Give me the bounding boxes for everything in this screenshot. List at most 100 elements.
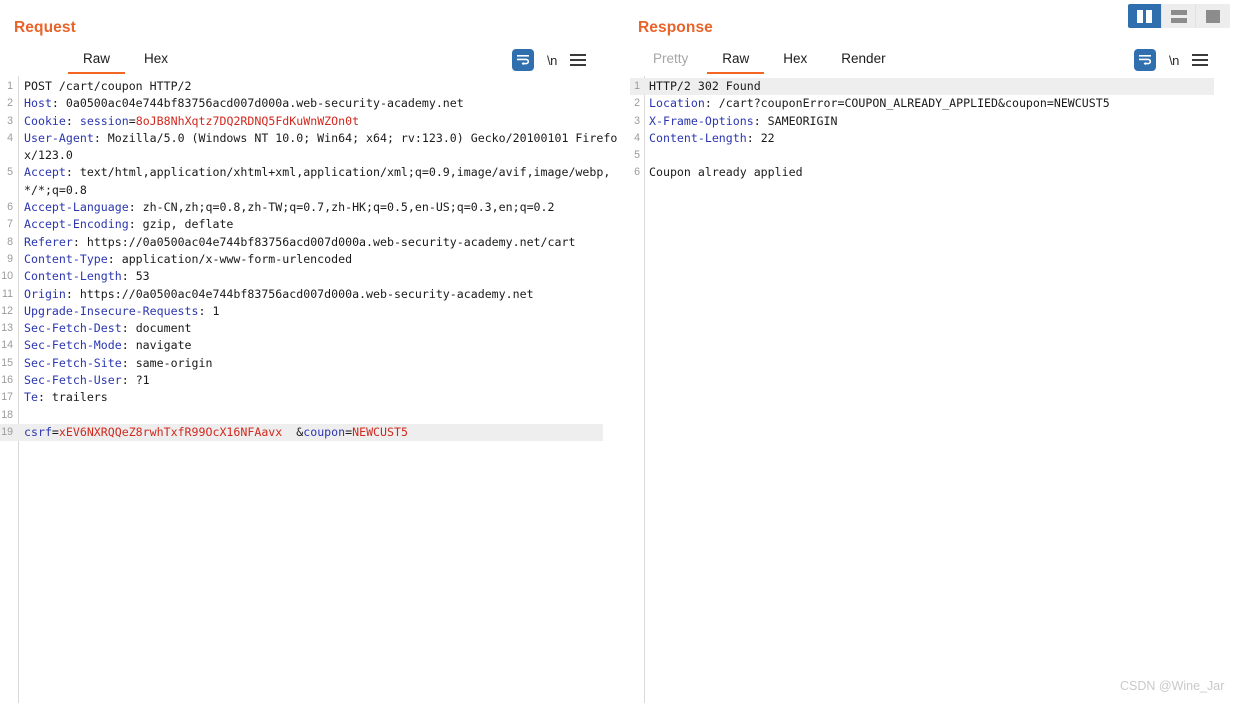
response-tabbar: Pretty Raw Hex Render \n	[630, 47, 1243, 79]
line-number: 17	[1, 391, 13, 404]
line-number: 4	[634, 131, 640, 144]
code-line: 5 Accept: text/html,application/xhtml+xml…	[0, 164, 620, 199]
code-line: 1 HTTP/2 302 Found	[630, 78, 1214, 96]
line-number: 5	[7, 166, 13, 179]
line-text: Upgrade-Insecure-Requests: 1	[24, 303, 220, 318]
code-line: 6 Accept-Language: zh-CN,zh;q=0.8,zh-TW;q…	[0, 199, 620, 216]
code-line: 13 Sec-Fetch-Dest: document	[0, 320, 620, 337]
line-number: 9	[7, 252, 13, 265]
line-text: Sec-Fetch-Mode: navigate	[24, 338, 192, 353]
line-text: Referer: https://0a0500ac04e744bf83756ac…	[24, 234, 576, 249]
response-content: 1 HTTP/2 302 Found 2 Location: /cart?coupon…	[630, 76, 1243, 703]
line-text: User-Agent: Mozilla/5.0 (Windows NT 10.0…	[24, 130, 618, 163]
code-line: 19 csrf=xEV6NXRQQeZ8rwhTxfR99OcX16NFAavx …	[0, 423, 603, 442]
line-text: Sec-Fetch-User: ?1	[24, 373, 150, 388]
line-number: 5	[634, 149, 640, 162]
code-line: 16 Sec-Fetch-User: ?1	[0, 372, 620, 389]
line-text: Origin: https://0a0500ac04e744bf83756acd…	[24, 286, 534, 301]
code-line: 11 Origin: https://0a0500ac04e744bf83756a…	[0, 286, 620, 303]
request-newline-toggle[interactable]: \n	[547, 53, 557, 68]
line-number: 10	[1, 270, 13, 283]
line-number: 4	[7, 131, 13, 144]
request-tab-raw[interactable]: Raw	[66, 47, 127, 74]
response-menu-button[interactable]	[1191, 54, 1208, 66]
code-line: 4 Content-Length: 22	[630, 130, 1243, 147]
line-text: Content-Type: application/x-www-form-url…	[24, 251, 353, 266]
code-line: 18	[0, 407, 620, 424]
request-word-wrap-button[interactable]	[512, 49, 534, 71]
code-line: 6 Coupon already applied	[630, 164, 1243, 181]
line-number: 18	[1, 408, 13, 421]
request-tab-tools: \n	[512, 49, 586, 71]
line-number: 8	[7, 235, 13, 248]
code-line: 4 User-Agent: Mozilla/5.0 (Windows NT 10.…	[0, 130, 620, 165]
response-pane-title: Response	[638, 19, 713, 36]
code-line: 2 Host: 0a0500ac04e744bf83756acd007d000a.…	[0, 95, 620, 112]
line-text: X-Frame-Options: SAMEORIGIN	[649, 113, 838, 128]
code-line: 14 Sec-Fetch-Mode: navigate	[0, 337, 620, 354]
watermark: CSDN @Wine_Jar	[1120, 679, 1225, 693]
line-number: 11	[2, 287, 13, 300]
code-line: 12 Upgrade-Insecure-Requests: 1	[0, 303, 620, 320]
word-wrap-icon	[517, 55, 530, 66]
response-newline-toggle[interactable]: \n	[1169, 53, 1179, 68]
line-text: Host: 0a0500ac04e744bf83756acd007d000a.w…	[24, 96, 464, 111]
line-number: 1	[7, 80, 13, 92]
code-line: 5	[630, 147, 1243, 164]
code-line: 7 Accept-Encoding: gzip, deflate	[0, 216, 620, 233]
word-wrap-icon	[1139, 55, 1152, 66]
line-text: csrf=xEV6NXRQQeZ8rwhTxfR99OcX16NFAavx &c…	[24, 424, 408, 439]
request-pane-title: Request	[14, 19, 76, 36]
line-text: Sec-Fetch-Site: same-origin	[24, 355, 213, 370]
line-text: Location: /cart?couponError=COUPON_ALREA…	[649, 96, 1110, 111]
request-menu-button[interactable]	[569, 54, 586, 66]
request-message-editor[interactable]: 1 POST /cart/coupon HTTP/2 2 Host: 0a0500ac…	[0, 78, 620, 703]
code-line: 1 POST /cart/coupon HTTP/2	[0, 78, 620, 95]
line-text: Content-Length: 22	[649, 130, 775, 145]
line-number: 7	[7, 218, 13, 231]
request-pane: Request Raw Hex \n 1 POST /cart/coupon HT…	[0, 0, 620, 703]
response-tab-hex[interactable]: Hex	[766, 47, 824, 74]
line-text: POST /cart/coupon HTTP/2	[24, 79, 192, 93]
line-number: 6	[634, 166, 640, 179]
request-content: 1 POST /cart/coupon HTTP/2 2 Host: 0a0500ac…	[0, 76, 620, 703]
request-tabbar: Raw Hex \n	[0, 47, 620, 79]
code-line: 17 Te: trailers	[0, 389, 620, 406]
line-number: 14	[1, 339, 13, 352]
request-tab-hex[interactable]: Hex	[127, 47, 185, 74]
line-text: Accept-Language: zh-CN,zh;q=0.8,zh-TW;q=…	[24, 200, 555, 215]
code-line: 15 Sec-Fetch-Site: same-origin	[0, 355, 620, 372]
line-text: Coupon already applied	[649, 165, 803, 180]
line-number: 6	[7, 201, 13, 214]
line-text: Accept: text/html,application/xhtml+xml,…	[24, 165, 611, 197]
line-number: 2	[7, 97, 13, 110]
response-message-editor[interactable]: 1 HTTP/2 302 Found 2 Location: /cart?coupon…	[630, 78, 1243, 703]
code-line: 3 X-Frame-Options: SAMEORIGIN	[630, 113, 1243, 130]
code-line: 2 Location: /cart?couponError=COUPON_ALRE…	[630, 95, 1243, 112]
response-tab-render[interactable]: Render	[824, 47, 902, 74]
code-line: 10 Content-Length: 53	[0, 268, 620, 285]
code-line: 9 Content-Type: application/x-www-form-ur…	[0, 251, 620, 268]
line-number: 3	[7, 114, 13, 127]
response-tab-raw[interactable]: Raw	[705, 47, 766, 74]
line-number: 16	[1, 374, 13, 387]
line-number: 1	[634, 80, 640, 92]
response-word-wrap-button[interactable]	[1134, 49, 1156, 71]
code-line: 3 Cookie: session=8oJB8NhXqtz7DQ2RDNQ5FdK…	[0, 113, 620, 130]
line-number: 12	[1, 304, 13, 317]
line-text: Content-Length: 53	[24, 269, 150, 284]
response-pane: Response Pretty Raw Hex Render \n 1 HTTP…	[630, 0, 1243, 703]
line-text: Cookie: session=8oJB8NhXqtz7DQ2RDNQ5FdKu…	[24, 113, 360, 128]
line-number: 15	[1, 356, 13, 369]
line-text: Sec-Fetch-Dest: document	[24, 321, 192, 336]
burp-repeater-window: Request Raw Hex \n 1 POST /cart/coupon HT…	[0, 0, 1243, 703]
line-text: HTTP/2 302 Found	[649, 79, 761, 93]
line-number: 2	[634, 97, 640, 110]
line-text: Te: trailers	[24, 390, 108, 405]
code-line: 8 Referer: https://0a0500ac04e744bf83756a…	[0, 234, 620, 251]
line-number: 13	[1, 322, 13, 335]
line-number: 19	[1, 425, 13, 438]
response-tab-tools: \n	[1134, 49, 1208, 71]
line-text: Accept-Encoding: gzip, deflate	[24, 217, 234, 232]
response-tab-pretty[interactable]: Pretty	[636, 47, 705, 74]
